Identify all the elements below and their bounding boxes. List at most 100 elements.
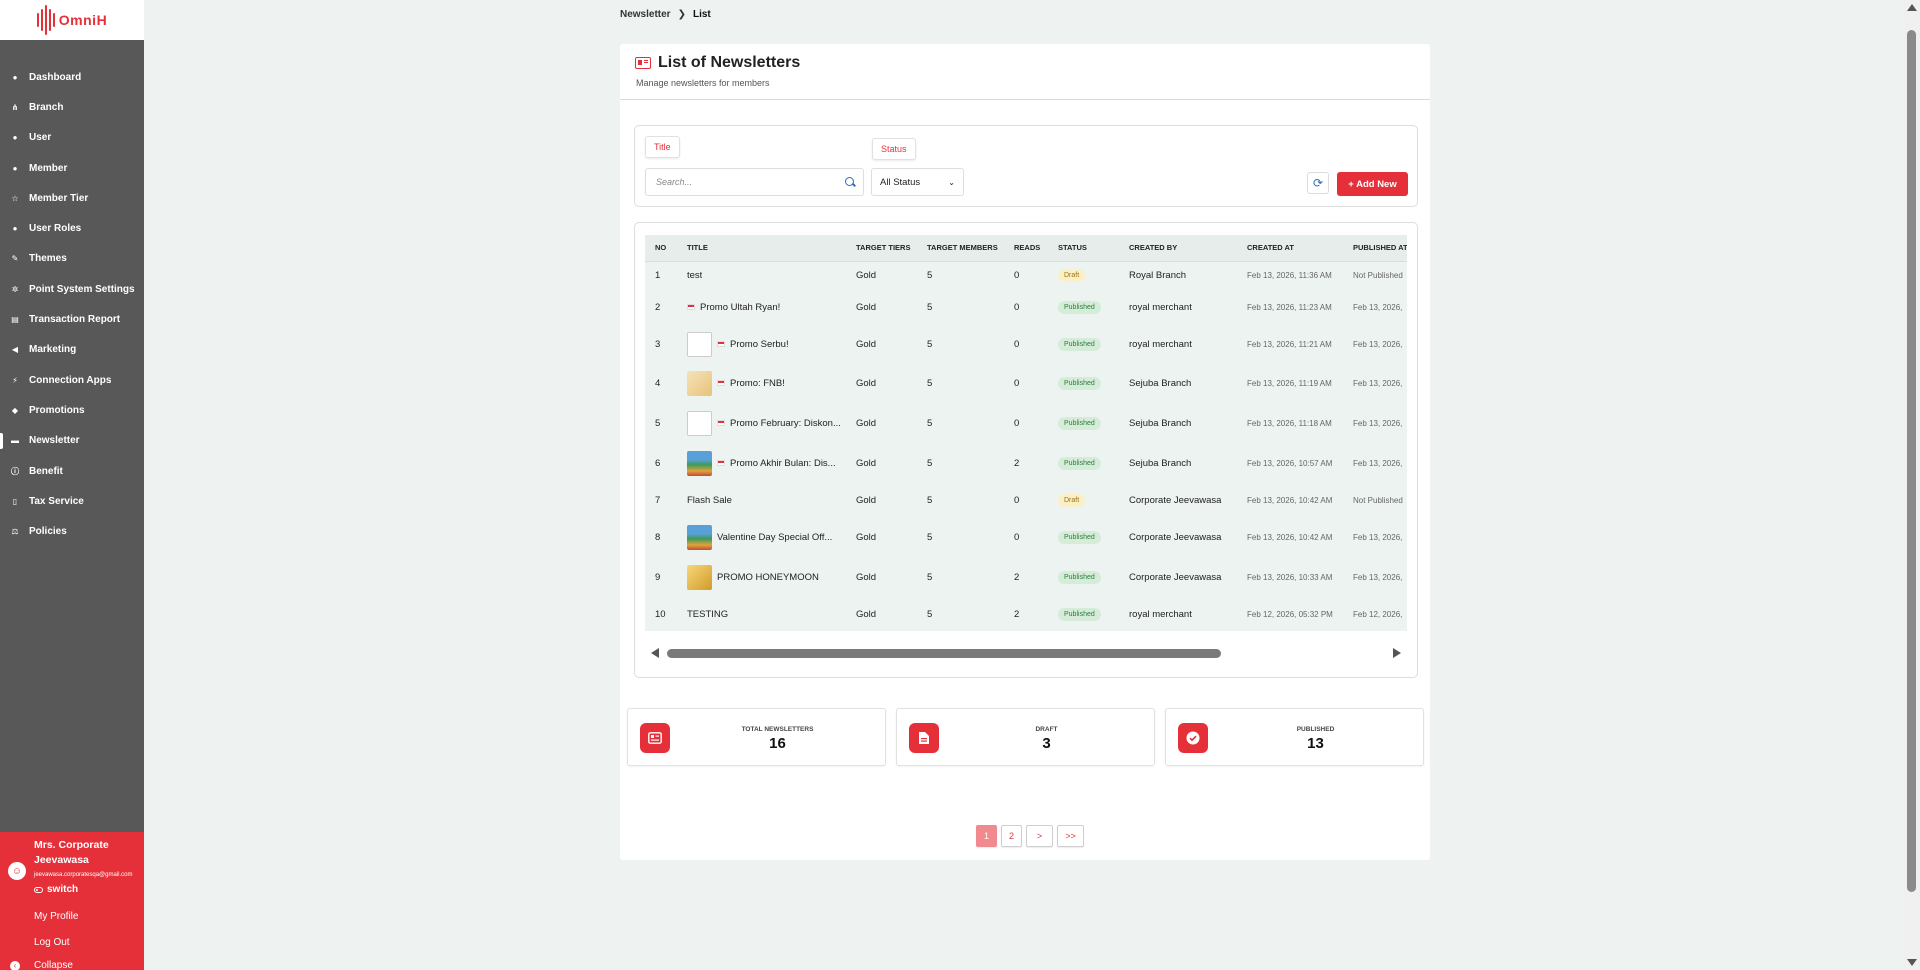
sidebar-item-user-roles[interactable]: ● User Roles [0,213,144,243]
table-row[interactable]: 4 Promo: FNB! Gold 5 0 Published Sejuba Branch… [645,363,1407,403]
my-profile-link[interactable]: My Profile [34,911,78,922]
page-scrollbar[interactable] [1903,0,1920,970]
cell-title: TESTING [677,597,846,631]
sidebar-item-benefit[interactable]: ⓘ Benefit [0,456,144,486]
table-scroll-area[interactable]: NO TITLE TARGET TIERS TARGET MEMBERS READS ST… [645,235,1407,637]
logout-link[interactable]: Log Out [34,937,70,948]
newsletter-title[interactable]: test [687,270,702,281]
cell-no: 8 [655,531,661,543]
page-2-button[interactable]: 2 [1001,825,1022,847]
document-stat-icon [909,723,939,753]
column-header: CREATED BY [1119,235,1237,262]
breadcrumb-parent[interactable]: Newsletter [620,9,671,20]
sidebar-item-point-system-settings[interactable]: ✲ Point System Settings [0,274,144,304]
cell-reads: 0 [1014,301,1020,313]
user-icon: ● [12,133,18,143]
switch-label: switch [47,884,79,895]
cell-reads: 0 [1014,269,1020,281]
table-row[interactable]: 3 Promo Serbu! Gold 5 0 Published royal mercha… [645,325,1407,363]
newsletter-title[interactable]: Promo February: Diskon... [730,418,841,429]
table-row[interactable]: 7 Flash Sale Gold 5 0 Draft Corporate Jeevawas… [645,483,1407,517]
status-select[interactable]: All Status ⌄ [871,168,964,196]
column-header: TITLE [677,235,846,262]
table-row[interactable]: 1 test Gold 5 0 Draft Royal Branch Feb 13, 2026… [645,261,1407,289]
user-name: Mrs. Corporate Jeevawasa [34,839,109,866]
cell-created-by: Royal Branch [1129,269,1187,281]
scrollbar-thumb[interactable] [667,649,1221,658]
sidebar-item-promotions[interactable]: ◆ Promotions [0,395,144,425]
cell-published-at: Feb 13, 2026, [1353,572,1403,582]
sidebar-item-member[interactable]: ● Member [0,153,144,183]
toggle-icon [34,886,43,893]
scroll-left-icon[interactable] [651,648,659,658]
plug-icon: ⚡ [12,375,18,385]
published-value: 13 [1307,735,1324,752]
cell-title: PROMO HONEYMOON [677,557,846,597]
avatar[interactable]: ☺ [8,862,26,880]
cell-published-at: Not Published [1353,270,1403,280]
sidebar-item-newsletter[interactable]: ▬ Newsletter [0,426,144,456]
scroll-up-icon[interactable] [1907,4,1917,11]
switch-toggle[interactable]: switch [34,884,78,895]
table-row[interactable]: 9 PROMO HONEYMOON Gold 5 2 Published Corporate… [645,557,1407,597]
sidebar-item-dashboard[interactable]: ● Dashboard [0,62,144,92]
flag-icon [717,460,725,466]
table-row[interactable]: 6 Promo Akhir Bulan: Dis... Gold 5 2 Publishe… [645,443,1407,483]
sidebar-nav: ● Dashboard ⋔ Branch ● User ● Member ☆ Member Tie… [0,62,144,547]
scroll-right-icon[interactable] [1393,648,1401,658]
status-badge: Published [1058,456,1101,470]
last-page-button[interactable]: >> [1057,825,1084,847]
cell-status: Draft [1048,261,1119,289]
refresh-icon: ⟳ [1312,176,1324,190]
status-select-value: All Status [880,176,921,188]
page-1-button[interactable]: 1 [976,825,997,847]
newsletter-title[interactable]: Promo Serbu! [730,339,789,350]
newsletter-title[interactable]: TESTING [687,609,728,620]
cell-no: 6 [655,457,661,469]
sidebar-item-member-tier[interactable]: ☆ Member Tier [0,183,144,213]
scroll-down-icon[interactable] [1907,959,1917,966]
cell-published-at: Not Published [1353,495,1403,505]
sidebar-item-policies[interactable]: ⚖ Policies [0,516,144,546]
search-input[interactable] [645,168,864,196]
newsletter-thumbnail [687,450,712,476]
cell-published-at: Feb 13, 2026, [1353,458,1403,468]
newsletter-title[interactable]: Promo: FNB! [730,378,785,389]
cell-status: Published [1048,403,1119,443]
sidebar-item-user[interactable]: ● User [0,123,144,153]
page-scrollbar-thumb[interactable] [1907,30,1916,892]
sidebar-item-label: Promotions [29,404,85,416]
sidebar-item-tax-service[interactable]: ▯ Tax Service [0,486,144,516]
sidebar-item-connection-apps[interactable]: ⚡ Connection Apps [0,365,144,395]
cell-target-tiers: Gold [856,301,877,313]
cell-created-by: Sejuba Branch [1129,377,1192,389]
cell-title: Promo: FNB! [677,363,846,403]
newsletter-title[interactable]: Promo Ultah Ryan! [700,302,780,313]
add-new-button[interactable]: + Add New [1337,172,1408,196]
newsletter-title[interactable]: Promo Akhir Bulan: Dis... [730,458,836,469]
newsletter-thumbnail [687,331,712,357]
horizontal-scrollbar[interactable] [645,646,1407,660]
newsletter-title[interactable]: PROMO HONEYMOON [717,572,819,583]
sidebar-item-themes[interactable]: ✎ Themes [0,244,144,274]
filter-panel: Title Status All Status ⌄ ⟳ + Add New [634,125,1418,207]
table-row[interactable]: 2 Promo Ultah Ryan! Gold 5 0 Published royal m… [645,289,1407,325]
table-row[interactable]: 8 Valentine Day Special Off... Gold 5 0 Publi… [645,517,1407,557]
newsletter-title[interactable]: Flash Sale [687,495,732,506]
newsletter-title[interactable]: Valentine Day Special Off... [717,532,832,543]
sidebar-item-transaction-report[interactable]: ▤ Transaction Report [0,304,144,334]
table-panel: NO TITLE TARGET TIERS TARGET MEMBERS READS ST… [634,222,1418,678]
table-row[interactable]: 10 TESTING Gold 5 2 Published royal merchant Fe… [645,597,1407,631]
next-page-button[interactable]: > [1026,825,1053,847]
logo[interactable]: OmniH [0,0,144,40]
search-icon[interactable] [845,177,854,186]
breadcrumb-current: List [692,9,711,20]
sidebar-item-branch[interactable]: ⋔ Branch [0,92,144,122]
info-icon: ⓘ [11,466,19,476]
cell-created-by: royal merchant [1129,608,1192,620]
page-subtitle: Manage newsletters for members [636,78,770,88]
table-row[interactable]: 5 Promo February: Diskon... Gold 5 0 Publishe… [645,403,1407,443]
sidebar-item-marketing[interactable]: ◀ Marketing [0,335,144,365]
refresh-button[interactable]: ⟳ [1307,172,1329,194]
collapse-button[interactable]: ‹ Collapse [10,960,73,970]
